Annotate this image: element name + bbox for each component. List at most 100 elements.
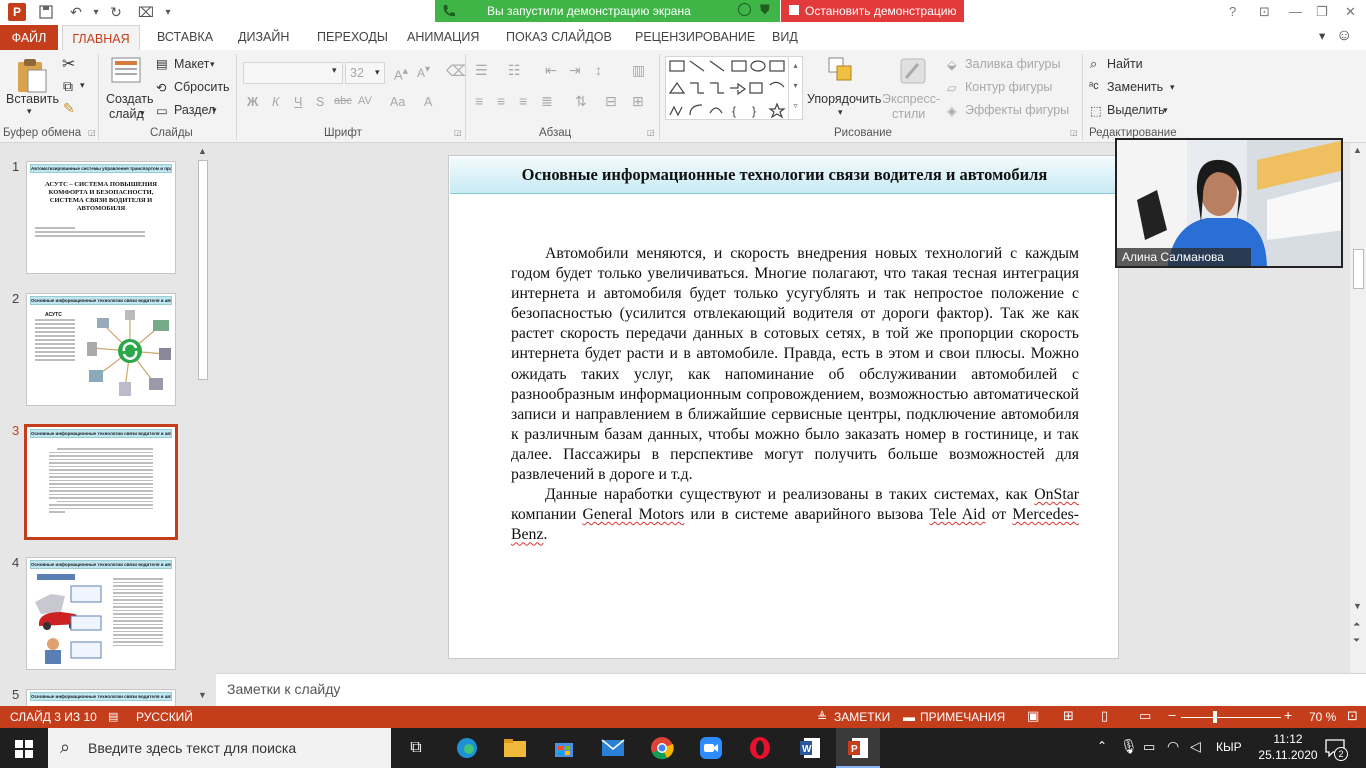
font-size-input[interactable]: 32 ▾ [345,62,385,84]
input-language[interactable]: КЫР [1216,740,1242,754]
shape-effects-button[interactable]: Эффекты фигуры [965,103,1069,117]
shape-fill-button[interactable]: Заливка фигуры [965,57,1060,71]
font-size-dropdown-icon[interactable]: ▾ [375,67,380,78]
zoom-slider-thumb[interactable] [1213,711,1217,723]
clock-time[interactable]: 11:12 [1264,732,1312,746]
customize-qat-icon[interactable]: ▾ [158,3,178,21]
windows-start-icon[interactable] [15,740,33,758]
justify-icon[interactable]: ≣ [541,93,553,110]
find-button[interactable]: Найти [1107,57,1143,71]
taskbar-search-box[interactable]: ⌕ Введите здесь текст для поиска [48,728,391,768]
microphone-icon[interactable]: 🎙 [1120,738,1138,755]
comments-icon[interactable]: ▬ [903,710,915,724]
volume-icon[interactable]: ◁ [1190,738,1201,755]
slide-thumbnail-5[interactable]: Основные информационные технологии связи… [26,689,176,706]
slide-thumbnail-2[interactable]: Основные информационные технологии связи… [26,293,176,406]
font-color-icon[interactable]: A [424,95,432,109]
tab-home[interactable]: ГЛАВНАЯ [62,25,140,51]
minimize-icon[interactable]: — [1289,4,1302,19]
change-case-icon[interactable]: Aa [390,95,405,109]
tab-design[interactable]: ДИЗАЙН [238,30,289,44]
slideshow-view-icon[interactable]: ▭ [1139,708,1151,724]
replace-button[interactable]: Заменить [1107,80,1163,94]
mail-icon[interactable] [599,734,627,762]
align-right-icon[interactable]: ≡ [519,93,527,109]
fit-to-window-icon[interactable]: ⊡ [1347,708,1358,724]
comments-button[interactable]: ПРИМЕЧАНИЯ [920,710,1005,724]
powerpoint-taskbar-button[interactable]: P [836,728,880,768]
user-icon[interactable]: ☺ [1336,27,1352,45]
shape-effects-icon[interactable]: ◈ [947,103,957,118]
record-icon[interactable] [738,3,751,16]
increase-indent-icon[interactable]: ⇥ [569,62,581,79]
paragraph-launcher-icon[interactable]: ◲ [647,128,655,137]
layout-dropdown-icon[interactable]: ▾ [210,59,215,70]
spellcheck-icon[interactable]: ▤ [108,710,118,723]
previous-slide-icon[interactable]: ⏶ [1353,619,1360,630]
select-button[interactable]: Выделить [1107,103,1165,117]
strike-button[interactable]: S [316,95,324,109]
tab-transitions[interactable]: ПЕРЕХОДЫ [317,30,388,44]
show-hidden-icons-icon[interactable]: ⌃ [1097,739,1107,753]
copy-icon[interactable]: ⧉ [63,78,73,95]
shapes-gallery[interactable]: { } [665,56,803,120]
numbering-icon[interactable]: ☷ [508,62,521,79]
chrome-icon[interactable] [648,734,676,762]
clock-date[interactable]: 25.11.2020 [1256,748,1320,762]
slide-body-text[interactable]: Автомобили меняются, и скорость внедрени… [511,244,1079,545]
close-icon[interactable]: ✕ [1345,4,1356,20]
scroll-thumb[interactable] [198,160,208,380]
slide-sorter-icon[interactable]: ⊞ [1063,708,1074,724]
opera-icon[interactable] [746,734,774,762]
shape-outline-button[interactable]: Контур фигуры [965,80,1052,94]
bold-button[interactable]: Ж [247,95,258,109]
tab-slideshow[interactable]: ПОКАЗ СЛАЙДОВ [506,30,612,44]
font-name-dropdown-icon[interactable]: ▾ [332,65,337,76]
new-slide-label[interactable]: Создать [106,92,154,106]
char-spacing-icon[interactable]: AV [358,95,372,107]
find-icon[interactable]: ⌕ [1090,56,1097,72]
notes-pane[interactable]: Заметки к слайду [216,673,1366,706]
store-icon[interactable] [550,734,578,762]
scroll-up-icon[interactable]: ▲ [1353,145,1362,155]
scroll-up-icon[interactable]: ▲ [198,146,207,156]
align-left-icon[interactable]: ≡ [475,93,483,109]
align-text-icon[interactable]: ⊟ [605,93,617,110]
shape-fill-icon[interactable]: ⬙ [947,57,957,72]
slide-thumbnail-4[interactable]: Основные информационные технологии связи… [26,557,176,670]
italic-button[interactable]: К [272,95,279,109]
zoom-in-icon[interactable]: + [1284,707,1292,723]
arrange-icon[interactable] [827,56,857,86]
reset-icon[interactable]: ⟲ [156,80,166,95]
line-spacing-icon[interactable]: ↕ [595,62,602,78]
restore-icon[interactable]: ❐ [1316,4,1328,20]
arrange-button[interactable]: Упорядочить [807,92,881,106]
help-icon[interactable]: ? [1229,4,1236,19]
quick-styles-icon[interactable] [898,56,928,86]
section-dropdown-icon[interactable]: ▾ [212,105,217,116]
select-dropdown-icon[interactable]: ▾ [1163,105,1168,116]
font-name-input[interactable] [243,62,343,84]
slide-thumbnail-3[interactable]: Основные информационные технологии связи… [24,424,178,540]
quick-styles-label-2[interactable]: стили [892,107,925,121]
reset-button[interactable]: Сбросить [174,80,230,94]
strikethrough-icon[interactable]: abc [334,95,352,107]
text-direction-icon[interactable]: ⇅ [575,93,587,110]
task-view-icon[interactable]: ⧉ [402,734,430,762]
smartart-icon[interactable]: ⊞ [632,93,644,110]
clipboard-launcher-icon[interactable]: ◲ [88,128,96,137]
paste-dropdown-icon[interactable]: ▾ [27,106,32,117]
tab-view[interactable]: ВИД [772,30,798,44]
slide-thumbnail-1[interactable]: Автоматизированные системы управления тр… [26,161,176,274]
new-slide-dropdown-icon[interactable]: ▾ [140,108,145,119]
editor-scrollbar[interactable]: ▲ ▼ ⏶ ⏷ [1350,143,1366,673]
language-indicator[interactable]: РУССКИЙ [136,710,193,724]
bullets-icon[interactable]: ☰ [475,62,488,79]
section-icon[interactable]: ▭ [156,103,168,118]
arrange-dropdown-icon[interactable]: ▾ [838,107,843,118]
new-slide-label-2[interactable]: слайд [109,107,144,121]
thumbnails-scrollbar[interactable]: ▲ ▼ [196,146,210,703]
layout-button[interactable]: Макет [174,57,209,71]
account-dropdown-icon[interactable]: ▾ [1319,28,1325,43]
word-icon[interactable]: W [796,734,824,762]
